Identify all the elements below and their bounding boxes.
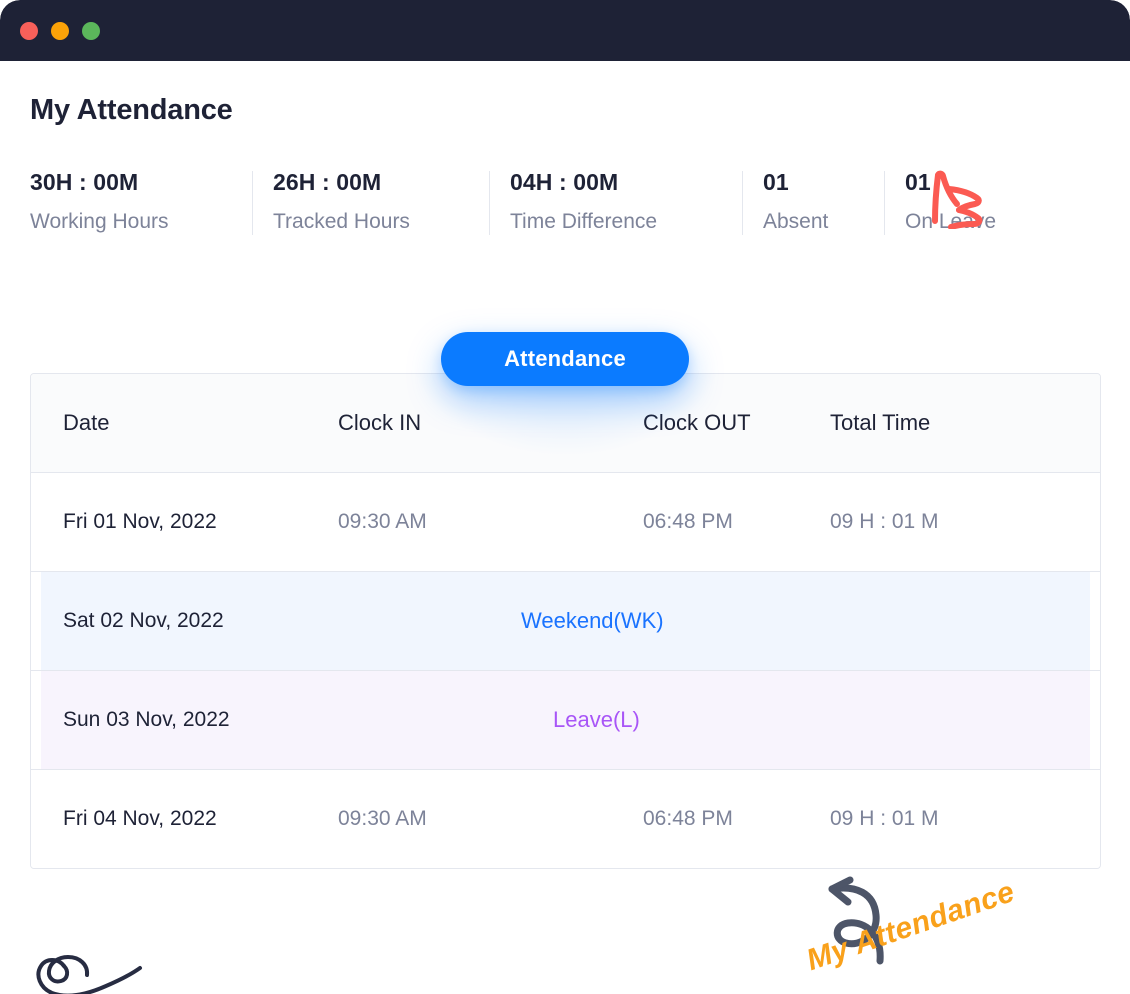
page-body: My Attendance 30H : 00M Working Hours 26… [0,61,1130,994]
stat-value: 30H : 00M [30,169,139,195]
stat-label: On Leave [905,210,997,233]
page-title: My Attendance [30,94,233,126]
stat-tracked-hours: 26H : 00M Tracked Hours [273,169,410,234]
table-row[interactable]: Sun 03 Nov, 2022 Leave(L) [31,671,1100,770]
column-header-clock-out: Clock OUT [643,410,751,435]
cell-status-weekend: Weekend(WK) [521,608,664,633]
callout-label: My Attendance [802,875,1019,978]
window-titlebar [0,0,1130,61]
stat-label: Time Difference [510,210,658,233]
maximize-button[interactable] [82,22,100,40]
stat-value: 04H : 00M [510,169,619,195]
table-row[interactable]: Fri 01 Nov, 2022 09:30 AM 06:48 PM 09 H … [31,473,1100,572]
cell-date: Sat 02 Nov, 2022 [63,609,224,632]
stat-value: 26H : 00M [273,169,382,195]
stat-time-difference: 04H : 00M Time Difference [510,169,657,234]
attendance-table: Date Clock IN Clock OUT Total Time Fri 0… [30,373,1101,869]
curly-arrow-icon [828,876,884,965]
tab-attendance[interactable]: Attendance [441,332,689,386]
browser-window: My Attendance 30H : 00M Working Hours 26… [0,0,1130,994]
stat-on-leave: 01 On Leave [905,169,996,234]
stat-label: Working Hours [30,210,169,233]
cell-clock-out: 06:48 PM [643,807,733,830]
cell-date: Sun 03 Nov, 2022 [63,708,230,731]
stats-divider [884,171,885,235]
column-header-date: Date [63,410,110,435]
cell-clock-in: 09:30 AM [338,807,427,830]
stats-divider [489,171,490,235]
column-header-clock-in: Clock IN [338,410,422,435]
minimize-button[interactable] [51,22,69,40]
cell-total-time: 09 H : 01 M [830,807,939,830]
table-row[interactable]: Sat 02 Nov, 2022 Weekend(WK) [31,572,1100,671]
stat-absent: 01 Absent [763,169,828,234]
stats-divider [742,171,743,235]
stat-value: 01 [905,169,931,195]
stats-divider [252,171,253,235]
stat-working-hours: 30H : 00M Working Hours [30,169,169,234]
cell-date: Fri 04 Nov, 2022 [63,807,217,830]
spiral-doodle-icon [36,954,142,994]
stat-value: 01 [763,169,789,195]
column-header-total-time: Total Time [830,410,931,435]
cell-clock-in: 09:30 AM [338,510,427,533]
table-header-row: Date Clock IN Clock OUT Total Time [31,374,1100,473]
cell-date: Fri 01 Nov, 2022 [63,510,217,533]
cell-clock-out: 06:48 PM [643,510,733,533]
table-row[interactable]: Fri 04 Nov, 2022 09:30 AM 06:48 PM 09 H … [31,770,1100,868]
close-button[interactable] [20,22,38,40]
cell-status-leave: Leave(L) [553,707,640,732]
stat-label: Tracked Hours [273,210,410,233]
stat-label: Absent [763,210,829,233]
cell-total-time: 09 H : 01 M [830,510,939,533]
stats-summary: 30H : 00M Working Hours 26H : 00M Tracke… [30,169,1100,239]
attendance-screenshot: My Attendance 30H : 00M Working Hours 26… [0,0,1130,994]
